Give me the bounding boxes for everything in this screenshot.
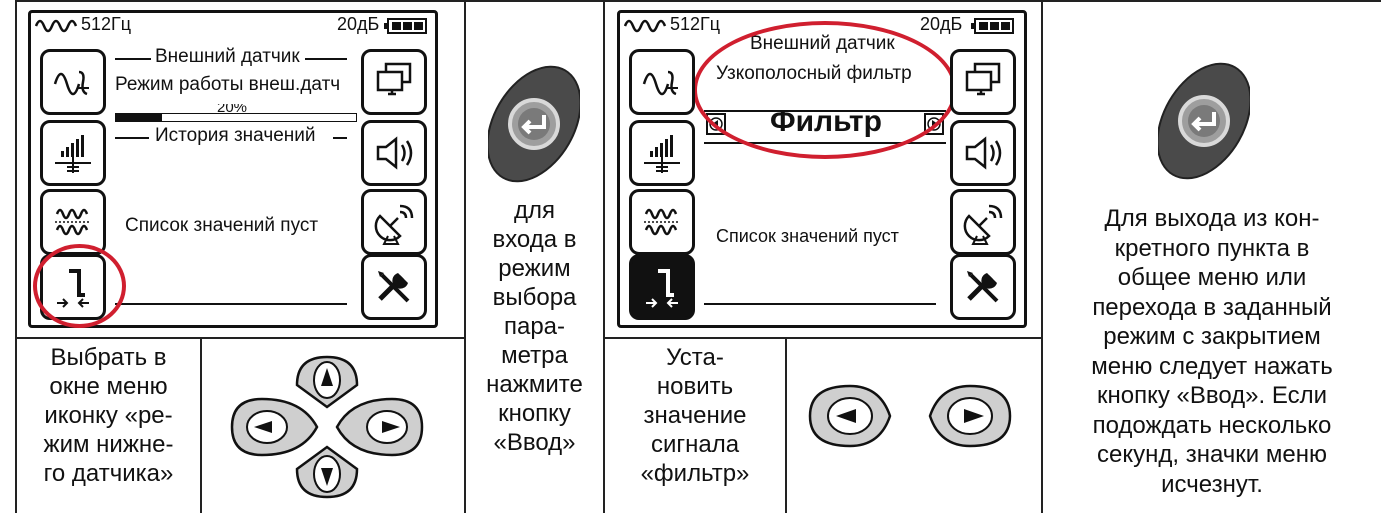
history-rule-left (115, 137, 149, 139)
display-button[interactable] (361, 49, 427, 115)
grid-h2 (603, 337, 1043, 339)
bottom-rule-2 (704, 303, 936, 305)
progress-fill (116, 114, 162, 121)
display-icon (376, 62, 412, 96)
speaker-icon (376, 136, 413, 170)
signal-level-icon (55, 135, 91, 173)
menu-title: Внешний датчик (155, 46, 300, 67)
lower-sensor-icon-2 (646, 269, 678, 308)
frequency-readout: 512Гц (81, 14, 132, 34)
grid-v6 (785, 337, 787, 513)
satellite-button[interactable] (361, 189, 427, 255)
select-icon-instruction: Выбрать в окне меню иконку «ре- жим нижн… (43, 344, 174, 487)
history-title: История значений (155, 125, 316, 146)
title-rule-right (305, 58, 347, 60)
history-rule-right (333, 137, 347, 139)
exit-instruction: Для выхода из кон- кретного пункта в общ… (1091, 205, 1333, 498)
frequency-button-2[interactable] (629, 189, 695, 255)
satellite-icon (374, 204, 414, 245)
enter-mode-instruction: для входа в режим выбора пара- метра наж… (486, 197, 583, 456)
tools-button[interactable] (361, 254, 427, 320)
waveform-button[interactable] (40, 49, 106, 115)
gain-readout-2: 20дБ (920, 14, 963, 34)
bottom-rule (115, 303, 347, 305)
frequency-readout-2: 512Гц (670, 14, 721, 34)
satellite-button-2[interactable] (950, 189, 1016, 255)
tools-icon-2 (967, 271, 999, 303)
grid-v5 (200, 337, 202, 513)
signal-level-icon-2 (644, 135, 680, 173)
battery-icon-2 (971, 18, 1014, 34)
waveform-header-icon-2 (624, 19, 667, 33)
empty-list-text-2: Список значений пуст (716, 226, 899, 246)
waveform-icon-2 (642, 70, 678, 96)
waveform-header-icon (35, 19, 78, 33)
display-button-2[interactable] (950, 49, 1016, 115)
grid-top (15, 0, 1381, 2)
speaker-icon-2 (965, 136, 1002, 170)
set-value-instruction: Уста- новить значение сигнала «фильтр» (640, 344, 750, 487)
highlight-ellipse-icon (693, 21, 957, 159)
left-arrow-key-icon[interactable] (800, 378, 900, 454)
waveform-icon (53, 70, 89, 96)
percent-readout: 20% (217, 104, 248, 114)
progress-bar (115, 113, 357, 122)
enter-button-icon[interactable] (488, 55, 580, 193)
arrow-keypad-icon[interactable] (212, 352, 442, 502)
speaker-button[interactable] (361, 120, 427, 186)
signal-level-button[interactable] (40, 120, 106, 186)
right-arrow-key-icon[interactable] (920, 378, 1020, 454)
battery-icon (384, 18, 427, 34)
frequency-icon-2 (644, 208, 680, 236)
grid-h1 (15, 337, 466, 339)
highlight-circle-icon (33, 244, 126, 328)
tools-icon (378, 271, 410, 303)
menu-item: Режим работы внеш.датч (115, 74, 341, 95)
tools-button-2[interactable] (950, 254, 1016, 320)
display-icon-2 (965, 62, 1001, 96)
title-rule-left (115, 58, 151, 60)
speaker-button-2[interactable] (950, 120, 1016, 186)
lower-sensor-button-active[interactable] (629, 254, 695, 320)
frequency-icon (55, 208, 91, 236)
enter-button-icon-2[interactable] (1158, 52, 1250, 190)
waveform-button-2[interactable] (629, 49, 695, 115)
empty-list-text: Список значений пуст (125, 215, 319, 236)
gain-readout: 20дБ (337, 14, 380, 34)
satellite-icon-2 (963, 204, 1003, 245)
signal-level-button-2[interactable] (629, 120, 695, 186)
